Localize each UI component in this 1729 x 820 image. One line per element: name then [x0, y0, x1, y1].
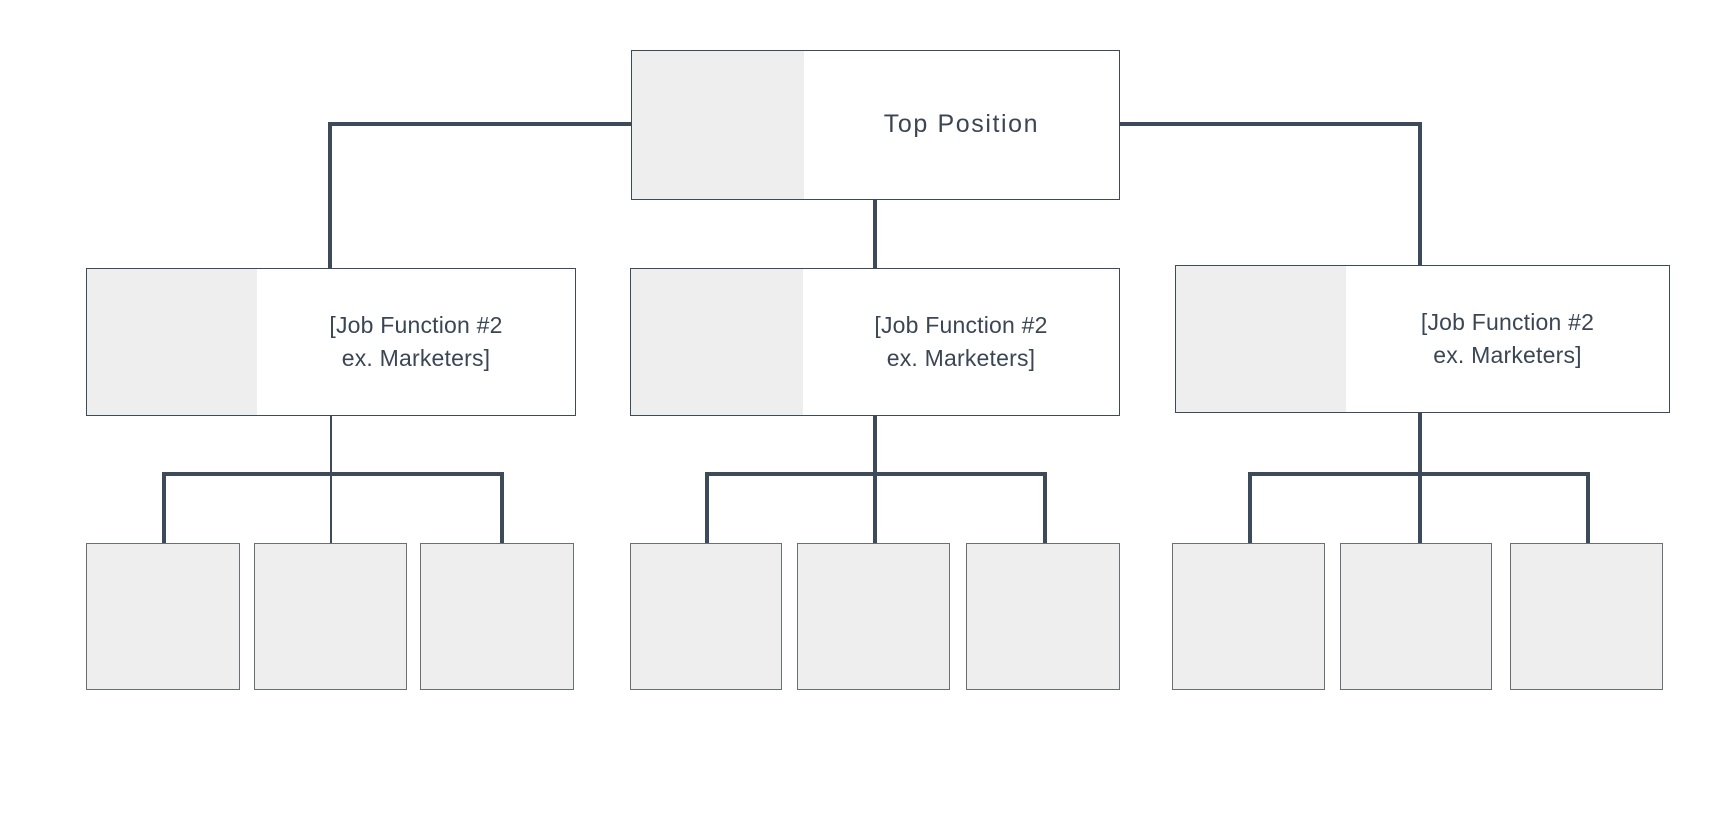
connector-top-stem-down [873, 200, 877, 268]
node-label: [Job Function #2 ex. Marketers] [1420, 309, 1595, 368]
connector-b2-drop-right [1043, 472, 1047, 544]
connector-top-drop-right [1418, 122, 1422, 270]
connector-b3-stem [1418, 413, 1422, 544]
leaf-node-leaf-2-3[interactable] [966, 543, 1120, 690]
leaf-node-leaf-1-3[interactable] [420, 543, 574, 690]
connector-b3-bus [1248, 472, 1590, 476]
leaf-node-leaf-1-2[interactable] [254, 543, 407, 690]
leaf-node-leaf-2-1[interactable] [630, 543, 782, 690]
leaf-node-leaf-3-2[interactable] [1340, 543, 1492, 690]
node-mid-3[interactable]: [Job Function #2 ex. Marketers] [1175, 265, 1670, 413]
connector-top-drop-left [328, 122, 332, 270]
connector-b3-drop-left [1248, 472, 1252, 544]
leaf-node-leaf-2-2[interactable] [797, 543, 950, 690]
connector-b2-stem [873, 416, 877, 544]
node-photo-placeholder [631, 269, 803, 415]
connector-b3-drop-right [1586, 472, 1590, 544]
org-chart-canvas: Top Position [Job Function #2 ex. Markete… [0, 0, 1729, 820]
connector-b2-drop-left [705, 472, 709, 544]
node-mid-1[interactable]: [Job Function #2 ex. Marketers] [86, 268, 576, 416]
node-photo-placeholder [87, 269, 257, 415]
connector-b2-bus [705, 472, 1047, 476]
node-label: Top Position [883, 110, 1040, 139]
connector-b1-drop-left [162, 472, 166, 544]
connector-b1-bus [162, 472, 504, 476]
leaf-node-leaf-3-1[interactable] [1172, 543, 1325, 690]
node-photo-placeholder [1176, 266, 1346, 412]
leaf-node-leaf-3-3[interactable] [1510, 543, 1663, 690]
leaf-node-leaf-1-1[interactable] [86, 543, 240, 690]
node-mid-2[interactable]: [Job Function #2 ex. Marketers] [630, 268, 1120, 416]
connector-b1-drop-right [500, 472, 504, 544]
node-label: [Job Function #2 ex. Marketers] [329, 312, 503, 371]
connector-b1-stem [330, 416, 332, 544]
node-photo-placeholder [632, 51, 804, 199]
node-top[interactable]: Top Position [631, 50, 1120, 200]
node-label: [Job Function #2 ex. Marketers] [874, 312, 1048, 371]
